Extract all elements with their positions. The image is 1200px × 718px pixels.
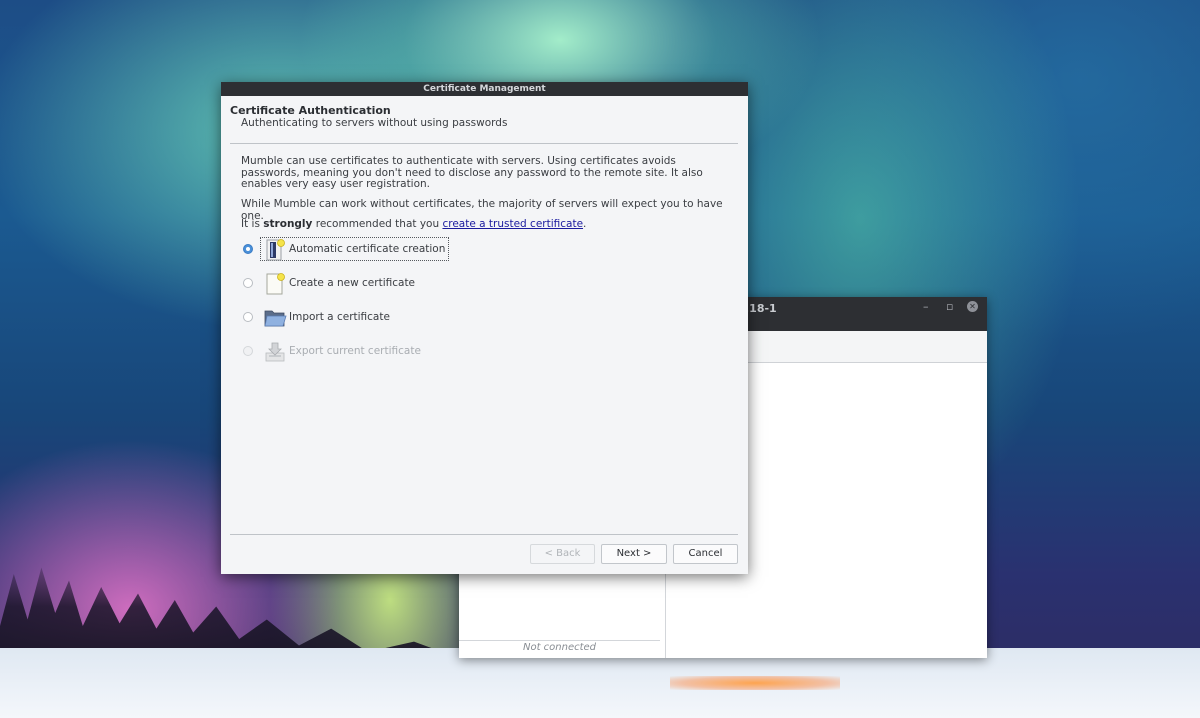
recommend-prefix: It is xyxy=(241,218,264,230)
next-button[interactable]: Next > xyxy=(601,544,667,564)
recommend-suffix: . xyxy=(583,218,587,230)
auto-certificate-icon xyxy=(266,239,285,261)
header-divider xyxy=(230,143,738,144)
option-import-certificate[interactable]: Import a certificate xyxy=(243,306,503,330)
certificate-management-dialog: Certificate Management Certificate Authe… xyxy=(221,82,748,574)
radio-new-certificate[interactable] xyxy=(243,278,253,288)
create-certificate-link[interactable]: create a trusted certificate xyxy=(442,218,583,230)
radio-automatic-certificate[interactable] xyxy=(243,244,253,254)
status-separator xyxy=(459,640,660,641)
export-certificate-icon xyxy=(265,342,285,362)
folder-open-icon xyxy=(264,310,287,327)
recommend-middle: recommended that you xyxy=(312,218,443,230)
wallpaper-snow xyxy=(0,648,1200,718)
radio-export-certificate[interactable] xyxy=(243,346,253,356)
back-button[interactable]: < Back xyxy=(530,544,595,564)
recommend-emphasis: strongly xyxy=(263,218,313,230)
page-subtitle: Authenticating to servers without using … xyxy=(241,117,508,129)
close-icon[interactable]: ✕ xyxy=(967,301,978,312)
new-certificate-icon xyxy=(266,273,285,295)
radio-import-certificate[interactable] xyxy=(243,312,253,322)
cancel-button[interactable]: Cancel xyxy=(673,544,738,564)
wallpaper-lights xyxy=(670,676,840,690)
option-new-certificate[interactable]: Create a new certificate xyxy=(243,272,503,296)
option-label: Automatic certificate creation xyxy=(289,243,446,255)
option-label: Import a certificate xyxy=(289,311,390,323)
footer-divider xyxy=(230,534,738,535)
option-automatic-certificate[interactable]: Automatic certificate creation xyxy=(243,237,503,262)
dialog-titlebar[interactable]: Certificate Management xyxy=(221,82,748,96)
intro-paragraph: Mumble can use certificates to authentic… xyxy=(241,155,703,190)
option-export-certificate[interactable]: Export current certificate xyxy=(243,340,503,364)
recommend-paragraph: It is strongly recommended that you crea… xyxy=(241,218,731,231)
page-title: Certificate Authentication xyxy=(230,104,391,117)
restore-icon[interactable]: ▫ xyxy=(946,300,953,313)
option-label: Create a new certificate xyxy=(289,277,416,289)
minimize-icon[interactable]: – xyxy=(923,300,929,313)
main-window-title: .18-1 xyxy=(745,302,777,315)
connection-status: Not connected xyxy=(522,642,597,653)
option-label: Export current certificate xyxy=(289,345,421,357)
